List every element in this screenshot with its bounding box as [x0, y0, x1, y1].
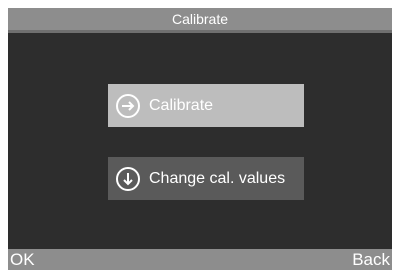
- title-bar: Calibrate: [8, 8, 392, 33]
- arrow-down-circle-icon: [115, 166, 141, 192]
- ok-softkey[interactable]: OK: [10, 249, 35, 270]
- back-softkey[interactable]: Back: [352, 249, 390, 270]
- change-cal-values-button-label: Change cal. values: [149, 169, 286, 187]
- device-screen: Calibrate Calibrate Change cal. values O…: [8, 8, 392, 270]
- page-title: Calibrate: [171, 11, 229, 27]
- softkey-bar: OK Back: [8, 249, 392, 270]
- calibrate-button[interactable]: Calibrate: [108, 84, 304, 127]
- change-cal-values-button[interactable]: Change cal. values: [108, 157, 304, 200]
- arrow-right-circle-icon: [115, 93, 141, 119]
- calibrate-button-label: Calibrate: [149, 96, 214, 114]
